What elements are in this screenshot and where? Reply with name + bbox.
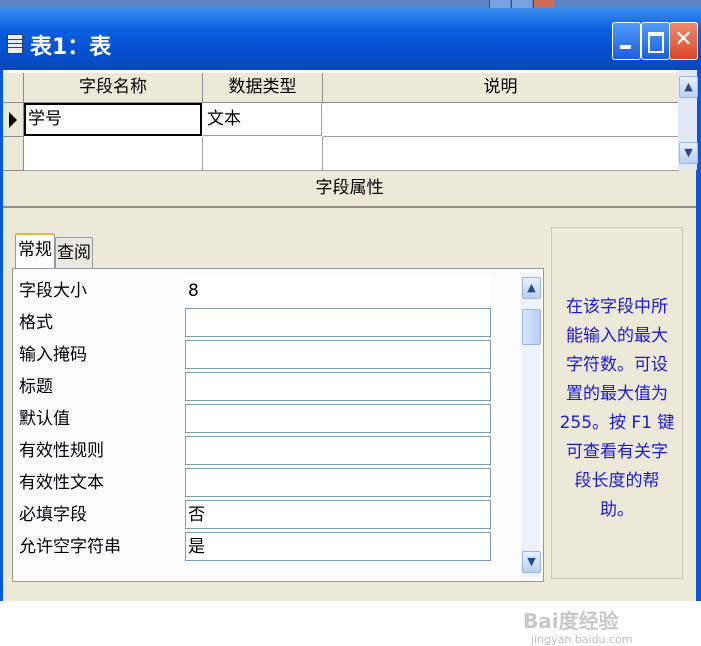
field-name-cell[interactable]: 学号: [24, 103, 202, 136]
data-type-cell[interactable]: 文本: [203, 103, 322, 136]
help-text: 在该字段中所能输入的最大字符数。可设置的最大值为 255。按 F1 键可查看有关…: [559, 297, 675, 520]
property-value-field[interactable]: [185, 340, 491, 369]
property-label: 格式: [19, 313, 53, 333]
property-label: 允许空字符串: [19, 537, 121, 557]
property-label: 有效性文本: [19, 473, 104, 493]
property-label: 默认值: [19, 409, 70, 429]
scroll-thumb[interactable]: [522, 309, 541, 345]
property-value-field[interactable]: [185, 308, 491, 337]
window-frame: 表1：表 ✕ 字段名称 数据类型 说明 学号 文本 ▲ ▼ 字段属性 常规 查阅…: [0, 0, 701, 646]
scroll-up-icon[interactable]: ▲: [679, 76, 698, 98]
data-type-cell[interactable]: [203, 137, 323, 171]
maximize-icon: [648, 32, 664, 53]
current-row-arrow-icon: [9, 112, 17, 128]
property-row[interactable]: 输入掩码: [13, 339, 523, 371]
column-header-data-type[interactable]: 数据类型: [203, 73, 323, 103]
column-header-description[interactable]: 说明: [323, 73, 679, 103]
window-title: 表1：表: [30, 35, 112, 60]
row-selector[interactable]: [3, 103, 24, 137]
watermark-logo: Bai度经验: [523, 609, 619, 633]
properties-scrollbar[interactable]: ▲ ▼: [521, 273, 541, 577]
scroll-down-icon[interactable]: ▼: [522, 551, 541, 573]
property-value-field[interactable]: [185, 436, 491, 465]
title-bar[interactable]: 表1：表 ✕: [0, 8, 701, 70]
scroll-up-icon[interactable]: ▲: [522, 277, 541, 299]
property-row[interactable]: 有效性文本: [13, 467, 523, 499]
window-client: 字段名称 数据类型 说明 学号 文本 ▲ ▼ 字段属性 常规 查阅 字段大小 8…: [3, 70, 698, 646]
field-grid: 字段名称 数据类型 说明 学号 文本: [3, 70, 679, 171]
tab-general[interactable]: 常规: [15, 233, 55, 270]
property-label: 字段大小: [19, 281, 87, 301]
property-label: 标题: [19, 377, 53, 397]
minimize-button[interactable]: [612, 22, 641, 60]
background-window-strip: [0, 0, 701, 8]
grid-corner: [3, 73, 24, 103]
property-label: 输入掩码: [19, 345, 87, 365]
background-button: [489, 0, 510, 8]
table-icon: [7, 34, 23, 54]
scroll-down-icon[interactable]: ▼: [679, 142, 698, 164]
background-button: [511, 0, 532, 8]
property-value-field[interactable]: 8: [185, 276, 491, 305]
property-row[interactable]: 必填字段 否: [13, 499, 523, 531]
property-label: 必填字段: [19, 505, 87, 525]
divider: [3, 206, 696, 208]
property-row[interactable]: 默认值: [13, 403, 523, 435]
property-value-field[interactable]: [185, 468, 491, 497]
grid-scrollbar[interactable]: ▲ ▼: [678, 70, 698, 170]
tab-lookup[interactable]: 查阅: [55, 237, 93, 269]
property-row[interactable]: 格式: [13, 307, 523, 339]
close-button[interactable]: ✕: [669, 22, 698, 60]
property-row[interactable]: 标题: [13, 371, 523, 403]
property-value-field[interactable]: 是: [185, 532, 491, 561]
property-row[interactable]: 允许空字符串 是: [13, 531, 523, 563]
background-button: [533, 0, 554, 8]
column-header-field-name[interactable]: 字段名称: [24, 73, 203, 103]
field-properties-panel: 字段大小 8 格式 输入掩码 标题 默认值 有效性规则 有效性文本 必填字段 否…: [12, 268, 544, 582]
property-value-field[interactable]: [185, 404, 491, 433]
field-name-cell[interactable]: [24, 137, 203, 171]
help-box: 在该字段中所能输入的最大字符数。可设置的最大值为 255。按 F1 键可查看有关…: [551, 227, 683, 579]
property-row[interactable]: 有效性规则: [13, 435, 523, 467]
property-value-field[interactable]: 否: [185, 500, 491, 529]
property-row[interactable]: 字段大小 8: [13, 275, 523, 307]
section-title: 字段属性: [315, 178, 384, 198]
maximize-button[interactable]: [641, 22, 670, 60]
row-selector[interactable]: [3, 137, 24, 171]
description-cell[interactable]: [323, 137, 679, 171]
minimize-icon: [620, 45, 631, 49]
description-cell[interactable]: [323, 103, 679, 137]
property-label: 有效性规则: [19, 441, 104, 461]
watermark-url: jingyan.baidu.com: [531, 633, 633, 646]
close-icon: ✕: [674, 27, 693, 52]
property-value-field[interactable]: [185, 372, 491, 401]
